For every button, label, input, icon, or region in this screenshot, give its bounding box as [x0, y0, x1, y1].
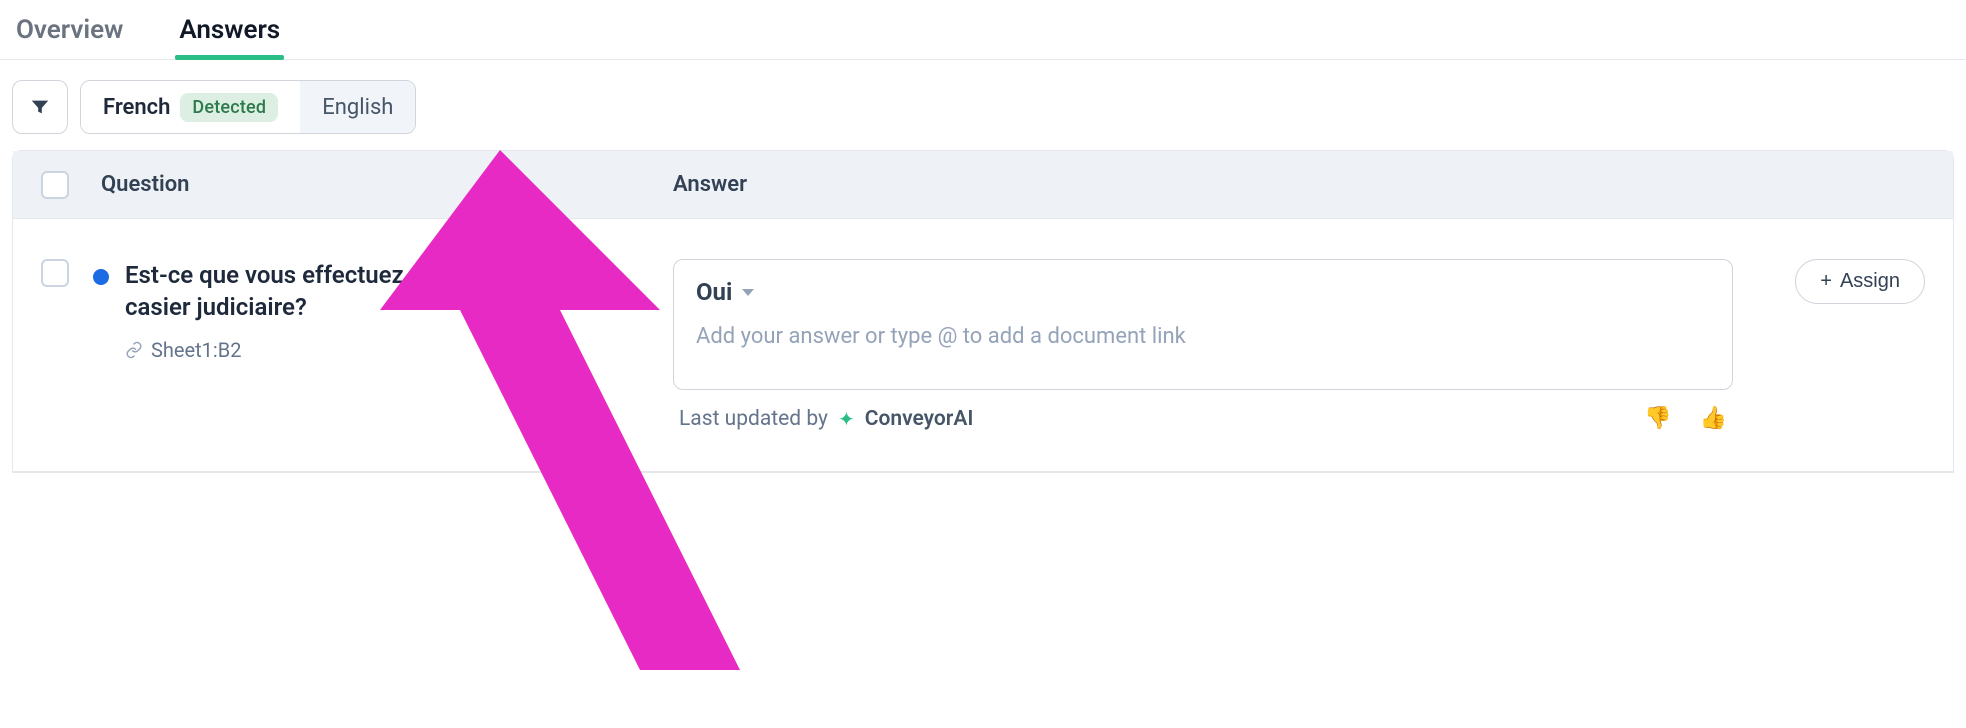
language-option-english[interactable]: English [300, 81, 415, 133]
column-header-question: Question [101, 172, 189, 197]
tab-answers[interactable]: Answers [175, 1, 284, 59]
last-updated-by: Last updated by ✦ ConveyorAI [679, 407, 973, 431]
tab-bar: Overview Answers [0, 0, 1966, 60]
sparkle-icon: ✦ [838, 407, 855, 431]
answer-value-label: Oui [696, 278, 732, 306]
tab-overview[interactable]: Overview [12, 1, 127, 59]
assign-label: Assign [1840, 270, 1900, 293]
source-reference[interactable]: Sheet1:B2 [125, 338, 641, 362]
question-text: Est-ce que vous effectuez des vérificati… [125, 259, 641, 324]
thumbs-up-icon[interactable]: 👍 [1700, 406, 1727, 431]
column-header-answer: Answer [673, 172, 1925, 197]
feedback-buttons: 👎 👍 [1644, 406, 1727, 431]
status-dot [93, 269, 109, 285]
filter-button[interactable] [12, 80, 68, 134]
thumbs-down-icon[interactable]: 👎 [1644, 406, 1671, 431]
answer-box: Oui Add your answer or type @ to add a d… [673, 259, 1733, 390]
table-header: Question Answer [13, 151, 1953, 219]
filter-icon [29, 96, 51, 118]
assign-button[interactable]: + Assign [1795, 259, 1925, 304]
language-label: English [322, 95, 393, 120]
row-checkbox[interactable] [41, 259, 69, 287]
table-row: Est-ce que vous effectuez des vérificati… [13, 219, 1953, 472]
toolbar: French Detected English [0, 60, 1966, 150]
detected-badge: Detected [180, 93, 278, 122]
link-icon [125, 341, 143, 359]
language-option-french[interactable]: French Detected [81, 81, 300, 133]
updated-by-name: ConveyorAI [865, 407, 974, 431]
language-toggle: French Detected English [80, 80, 416, 134]
answer-dropdown[interactable]: Oui [696, 278, 754, 306]
answers-table: Question Answer Est-ce que vous effectue… [12, 150, 1954, 473]
select-all-checkbox[interactable] [41, 171, 69, 199]
updated-prefix: Last updated by [679, 407, 828, 431]
source-reference-label: Sheet1:B2 [151, 338, 241, 362]
answer-meta: Last updated by ✦ ConveyorAI 👎 👍 [673, 406, 1733, 431]
plus-icon: + [1820, 270, 1832, 293]
caret-down-icon [742, 289, 754, 296]
language-label: French [103, 95, 170, 120]
answer-input[interactable]: Add your answer or type @ to add a docum… [696, 324, 1710, 349]
